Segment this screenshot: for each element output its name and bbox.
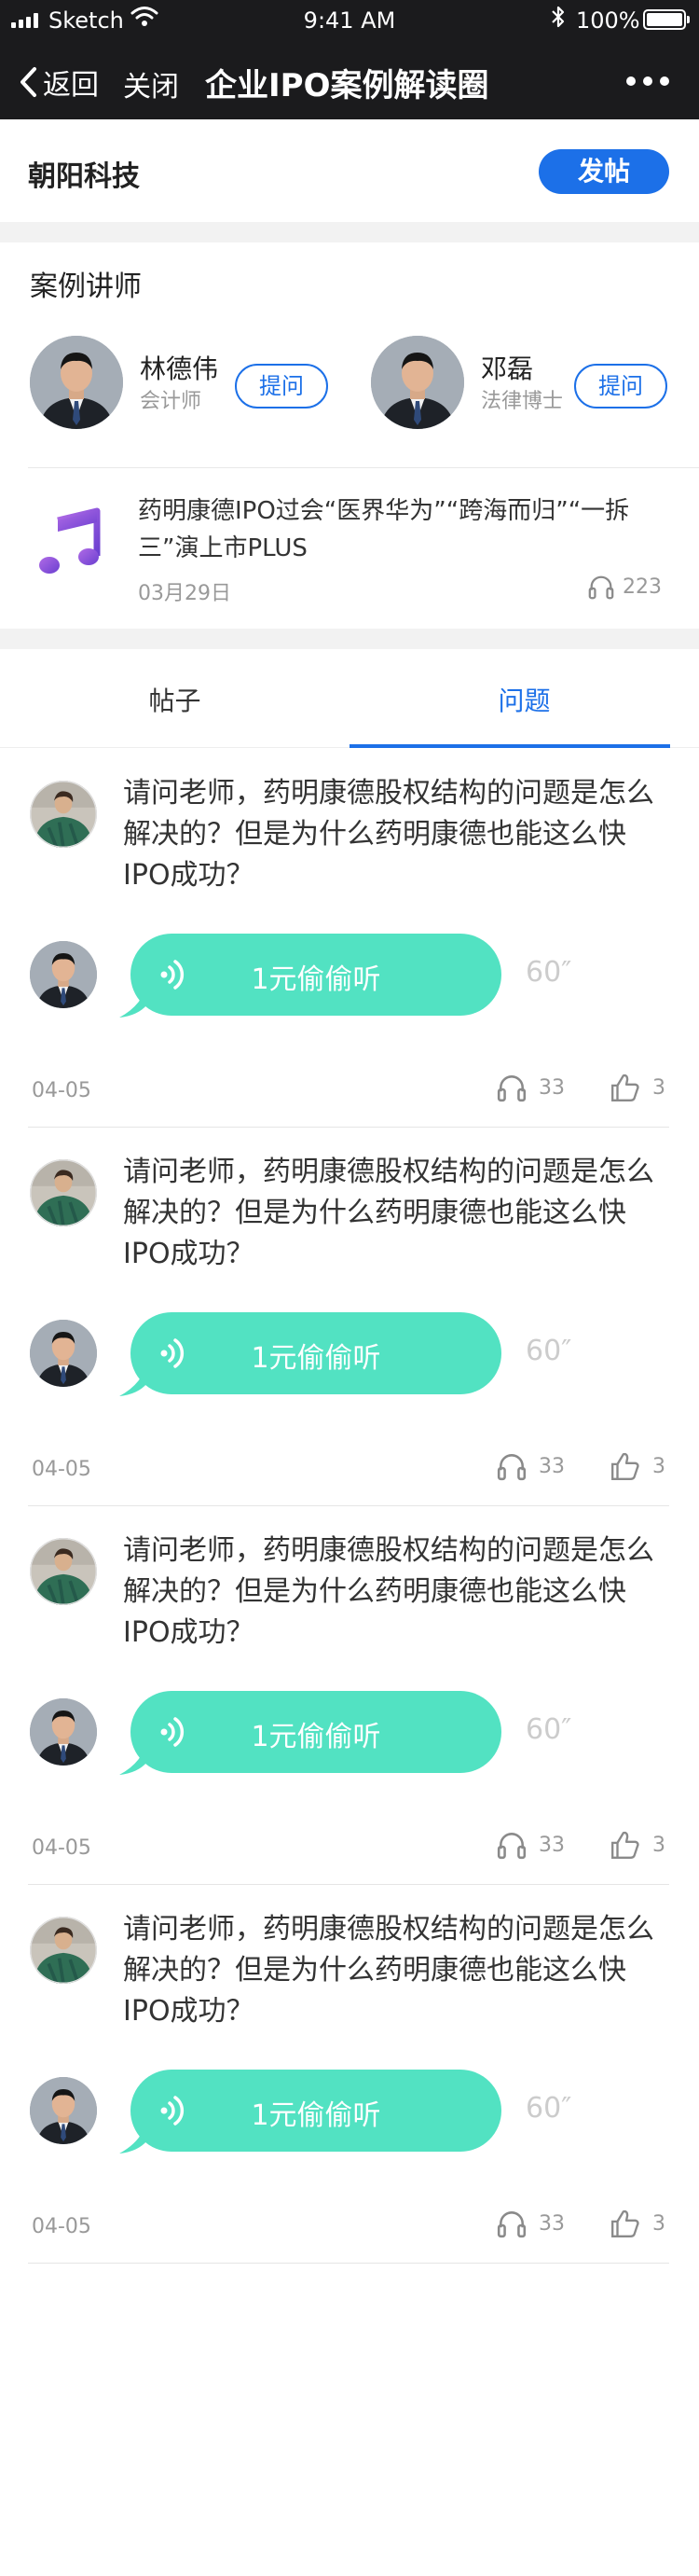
avatar	[30, 1698, 97, 1766]
lecturer-role: 会计师	[140, 390, 202, 413]
like-count: 3	[652, 1454, 665, 1478]
company-name: 朝阳科技	[28, 160, 140, 193]
audio-duration: 60″	[526, 1335, 572, 1367]
listen-count-value: 33	[539, 1833, 565, 1857]
listen-button[interactable]: 1元偷偷听	[130, 2070, 501, 2152]
avatar	[30, 1538, 97, 1605]
question-date: 04-05	[32, 2215, 91, 2238]
bluetooth-icon	[552, 6, 565, 28]
back-label: 返回	[43, 69, 99, 102]
section-gap	[0, 629, 699, 649]
question-item[interactable]: 请问老师，药明康德股权结构的问题是怎么解决的？但是为什么药明康德也能这么快IPO…	[0, 1506, 699, 1885]
listen-count: 33	[496, 1072, 565, 1103]
thumbs-up-icon	[610, 2208, 641, 2239]
listen-button[interactable]: 1元偷偷听	[130, 934, 501, 1016]
music-note-icon	[39, 507, 101, 574]
question-date: 04-05	[32, 1836, 91, 1860]
audio-duration: 60″	[526, 1713, 572, 1746]
close-button[interactable]: 关闭	[123, 63, 179, 104]
question-date: 04-05	[32, 1458, 91, 1481]
thumbs-up-icon	[610, 1072, 641, 1103]
tab-bar: 帖子 问题	[0, 649, 699, 748]
play-count: 223	[623, 575, 662, 599]
avatar	[30, 1159, 97, 1226]
company-header: 朝阳科技 发帖	[0, 119, 699, 222]
listen-label: 1元偷偷听	[251, 2099, 381, 2132]
listen-count: 33	[496, 2208, 565, 2239]
question-text: 请问老师，药明康德股权结构的问题是怎么解决的？但是为什么药明康德也能这么快IPO…	[123, 777, 654, 892]
listen-label: 1元偷偷听	[251, 1721, 381, 1753]
top-bar: Sketch 9:41 AM 100% 返回 关闭 企业IPO案例解读圈	[0, 0, 699, 119]
listen-button[interactable]: 1元偷偷听	[130, 1691, 501, 1773]
section-title: 案例讲师	[30, 270, 142, 303]
like-button[interactable]: 3	[610, 1072, 665, 1103]
post-button[interactable]: 发帖	[539, 149, 669, 194]
question-text: 请问老师，药明康德股权结构的问题是怎么解决的？但是为什么药明康德也能这么快IPO…	[123, 1913, 654, 2028]
question-text: 请问老师，药明康德股权结构的问题是怎么解决的？但是为什么药明康德也能这么快IPO…	[123, 1156, 654, 1270]
chevron-left-icon	[21, 67, 36, 97]
avatar	[30, 336, 123, 429]
battery-percent: 100%	[576, 7, 640, 34]
featured-audio[interactable]: 药明康德IPO过会“医界华为”“跨海而归”“一拆三”演上市PLUS 03月29日…	[0, 468, 699, 629]
question-item[interactable]: 请问老师，药明康德股权结构的问题是怎么解决的？但是为什么药明康德也能这么快IPO…	[0, 749, 699, 1128]
listen-count: 33	[496, 1829, 565, 1861]
like-count: 3	[652, 1075, 665, 1100]
thumbs-up-icon	[610, 1450, 641, 1482]
headphone-icon	[496, 1450, 528, 1482]
battery-icon	[643, 9, 690, 30]
page-title: 企业IPO案例解读圈	[205, 67, 489, 104]
like-button[interactable]: 3	[610, 1829, 665, 1861]
like-button[interactable]: 3	[610, 1450, 665, 1482]
featured-date: 03月29日	[138, 582, 231, 605]
featured-plays: 223	[587, 573, 662, 601]
listen-count-value: 33	[539, 1075, 565, 1100]
back-button[interactable]: 返回	[19, 62, 99, 103]
headphone-icon	[496, 2208, 528, 2239]
ask-button[interactable]: 提问	[235, 364, 328, 409]
nav-bar: 返回 关闭 企业IPO案例解读圈	[0, 41, 699, 119]
lecturer-section: 案例讲师 林德伟 会计师 提问 邓磊 法律博士 提问	[0, 242, 699, 468]
listen-button[interactable]: 1元偷偷听	[130, 1312, 501, 1394]
listen-count-value: 33	[539, 2211, 565, 2236]
tab-questions[interactable]: 问题	[350, 681, 699, 718]
headphone-icon	[496, 1072, 528, 1103]
listen-count-value: 33	[539, 1454, 565, 1478]
divider	[28, 2263, 669, 2264]
avatar	[30, 1917, 97, 1984]
avatar	[30, 941, 97, 1008]
question-item[interactable]: 请问老师，药明康德股权结构的问题是怎么解决的？但是为什么药明康德也能这么快IPO…	[0, 1885, 699, 2264]
question-date: 04-05	[32, 1079, 91, 1102]
active-tab-indicator	[350, 744, 670, 748]
avatar	[30, 781, 97, 848]
lecturer-name: 邓磊	[481, 353, 534, 384]
headphone-icon	[496, 1829, 528, 1861]
lecturer-name: 林德伟	[140, 353, 219, 384]
section-gap	[0, 222, 699, 242]
like-button[interactable]: 3	[610, 2208, 665, 2239]
ask-button[interactable]: 提问	[574, 364, 667, 409]
more-icon[interactable]	[626, 76, 669, 86]
avatar	[30, 2077, 97, 2144]
avatar	[30, 1320, 97, 1387]
featured-title: 药明康德IPO过会“医界华为”“跨海而归”“一拆三”演上市PLUS	[138, 497, 630, 562]
avatar	[371, 336, 464, 429]
question-item[interactable]: 请问老师，药明康德股权结构的问题是怎么解决的？但是为什么药明康德也能这么快IPO…	[0, 1128, 699, 1506]
audio-duration: 60″	[526, 956, 572, 989]
listen-label: 1元偷偷听	[251, 963, 381, 996]
listen-count: 33	[496, 1450, 565, 1482]
listen-label: 1元偷偷听	[251, 1342, 381, 1375]
like-count: 3	[652, 1833, 665, 1857]
status-bar: Sketch 9:41 AM 100%	[0, 0, 699, 41]
headphone-icon	[587, 573, 615, 601]
thumbs-up-icon	[610, 1829, 641, 1861]
audio-duration: 60″	[526, 2092, 572, 2125]
tab-posts[interactable]: 帖子	[0, 681, 350, 718]
like-count: 3	[652, 2211, 665, 2236]
lecturer-role: 法律博士	[481, 390, 564, 413]
question-text: 请问老师，药明康德股权结构的问题是怎么解决的？但是为什么药明康德也能这么快IPO…	[123, 1534, 654, 1649]
